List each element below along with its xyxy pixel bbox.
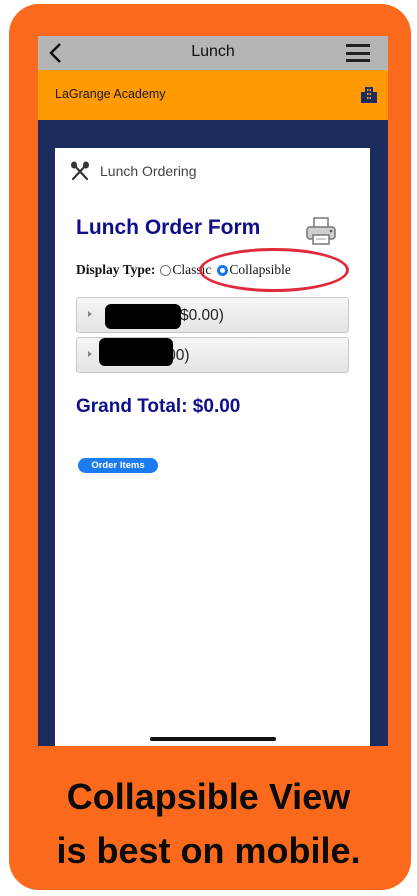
form-title: Lunch Order Form: [76, 216, 261, 239]
grand-total: Grand Total: $0.00: [76, 396, 241, 417]
expand-arrow-icon: [88, 351, 92, 357]
utensils-icon: [71, 161, 89, 181]
card-header: Lunch Ordering: [70, 161, 197, 181]
highlight-annotation: [199, 248, 349, 292]
home-indicator: [150, 737, 276, 741]
order-items-button[interactable]: Order Items: [78, 458, 158, 473]
redaction-mark: [99, 338, 173, 366]
phone-screen: Lunch LaGrange Academy Lunch Ordering Lu…: [38, 36, 388, 746]
collapsible-item-2[interactable]: (0.00): [76, 337, 349, 373]
collapsible-item-label: $0.00): [180, 307, 224, 324]
school-name: LaGrange Academy: [55, 87, 166, 101]
page-title: Lunch: [191, 43, 235, 60]
building-icon[interactable]: [360, 85, 378, 103]
display-type-label: Display Type:: [76, 262, 156, 277]
school-bar: LaGrange Academy: [38, 70, 388, 120]
printer-icon[interactable]: [305, 216, 337, 246]
card-header-label: Lunch Ordering: [100, 163, 197, 179]
caption-line-1: Collapsible View: [66, 776, 351, 817]
caption-line-2: is best on mobile.: [56, 830, 361, 871]
hamburger-menu-icon[interactable]: [346, 44, 370, 62]
redaction-mark: [105, 304, 181, 329]
lunch-order-card: Lunch Ordering Lunch Order Form Display …: [55, 148, 370, 746]
radio-classic[interactable]: [160, 264, 172, 276]
collapsible-item-1[interactable]: $0.00): [76, 297, 349, 333]
expand-arrow-icon: [88, 311, 92, 317]
top-navigation-bar: Lunch: [38, 36, 388, 70]
